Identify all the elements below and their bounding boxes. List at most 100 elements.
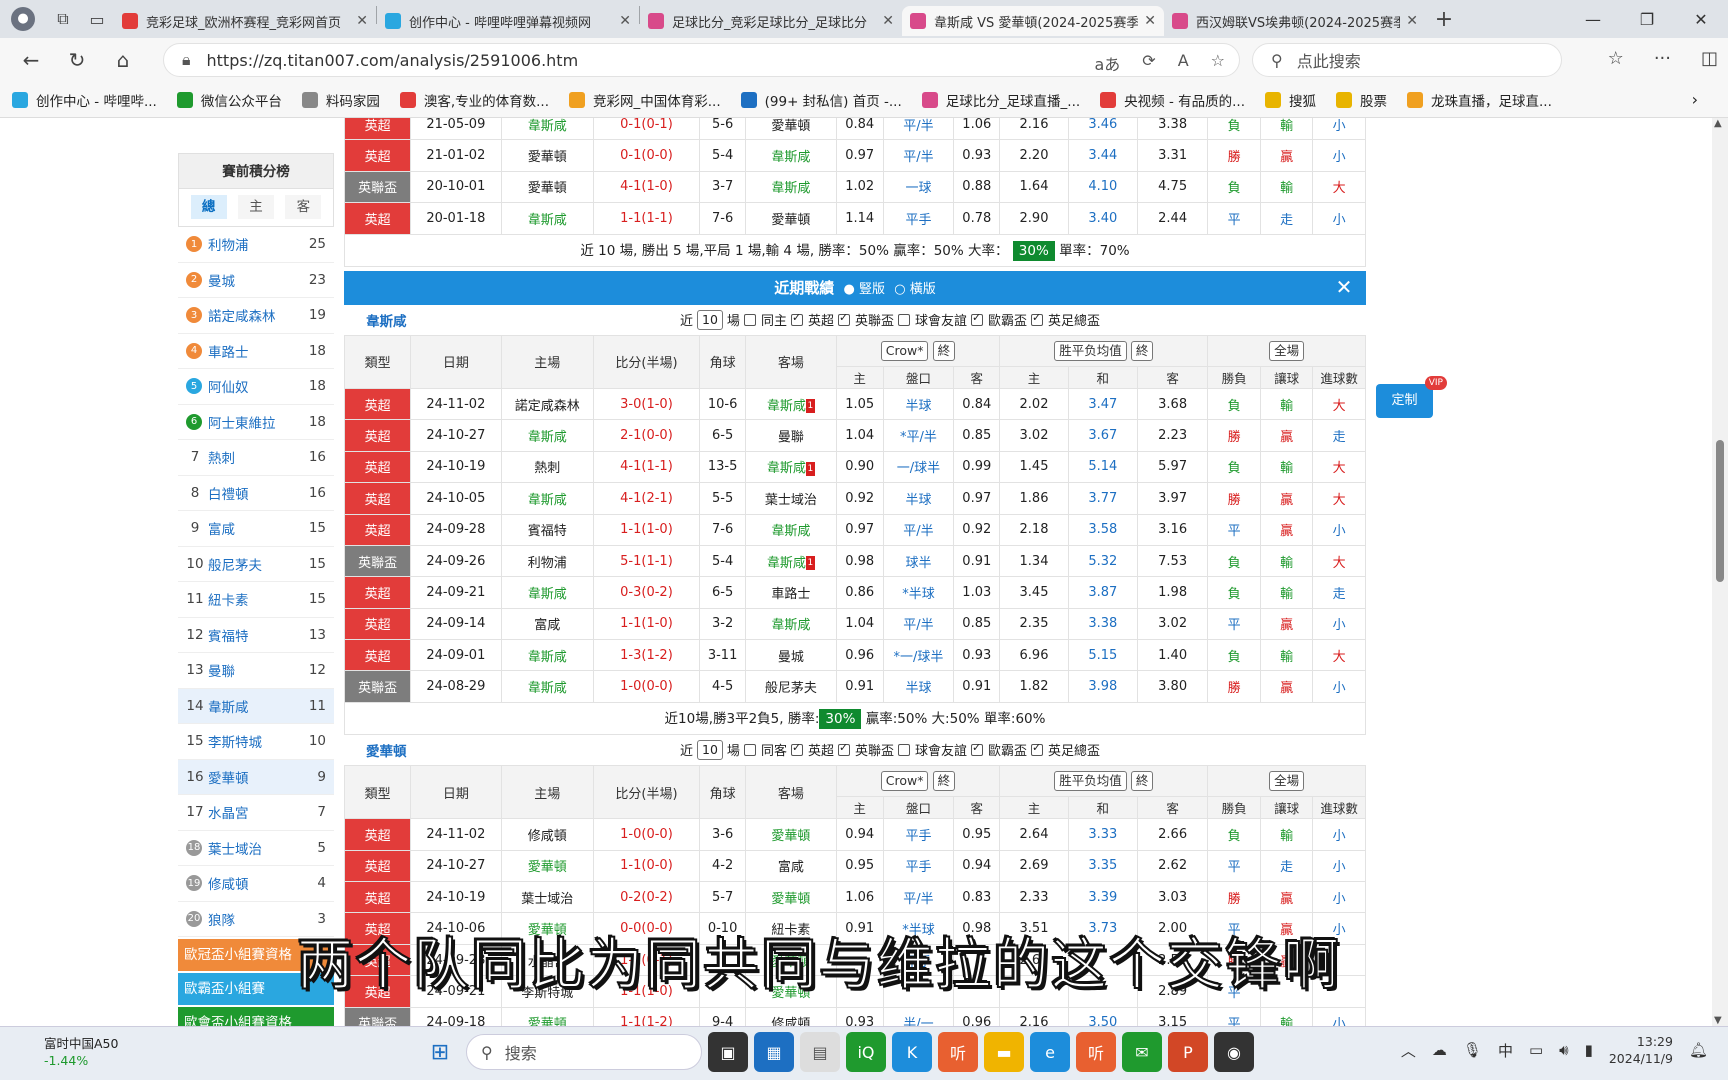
tab-actions-icon[interactable]: ▭ (80, 0, 114, 38)
away-team[interactable]: 韋斯咸 (745, 139, 837, 172)
sidebar-toggle-icon[interactable]: ◫ (1701, 48, 1718, 69)
away-team[interactable]: 般尼茅夫 (745, 670, 837, 703)
home-team[interactable]: 熱刺 (500, 450, 594, 484)
taskbar-search[interactable]: ⚲ 搜索 (466, 1034, 702, 1070)
scroll-down-icon[interactable]: ▼ (1714, 1015, 1722, 1026)
match-count-select[interactable]: 10 (697, 739, 723, 760)
task-view-icon[interactable]: ▣ (708, 1032, 748, 1072)
file-explorer-icon[interactable]: ▬ (984, 1032, 1024, 1072)
radio-horizontal[interactable]: ○ 橫版 (894, 282, 936, 297)
match-count-select[interactable]: 10 (697, 309, 723, 330)
bookmark-item[interactable]: 龙珠直播，足球直... (1406, 90, 1552, 110)
bookmark-item[interactable]: 足球比分_足球直播_... (921, 90, 1080, 110)
away-team[interactable]: 葉士域治 (745, 482, 837, 515)
final-select[interactable]: 終 (1130, 771, 1154, 792)
new-tab-button[interactable]: + (1426, 0, 1462, 38)
away-team[interactable]: 修咸頓 (745, 1006, 837, 1026)
home-team[interactable]: 修咸頓 (500, 818, 594, 851)
volume-icon[interactable]: 🔊︎ (1559, 1041, 1568, 1059)
league-checkbox[interactable] (790, 741, 803, 756)
home-team[interactable]: 愛華頓 (500, 1006, 594, 1026)
home-team[interactable]: 韋斯咸 (500, 576, 594, 609)
customize-button[interactable]: 定制 VIP (1376, 376, 1447, 418)
radio-vertical[interactable]: ● 豎版 (844, 282, 886, 297)
microphone-icon[interactable]: 🎙︎ (1463, 1041, 1482, 1059)
average-select[interactable]: 胜平负均值 (1054, 340, 1127, 361)
profile-icon[interactable]: ● (0, 0, 46, 38)
standing-row[interactable]: 8 白禮頓 16 (178, 476, 334, 511)
refresh-icon[interactable]: ↻ (54, 38, 100, 82)
final-select[interactable]: 終 (932, 340, 956, 361)
away-team[interactable]: 曼聯 (745, 419, 837, 452)
browser-tab[interactable]: 韋斯咸 VS 愛華頓(2024-2025赛季 ✕ (902, 6, 1164, 36)
tab-close-icon[interactable]: ✕ (619, 13, 631, 29)
notepad-icon[interactable]: ▤ (800, 1032, 840, 1072)
edge-icon[interactable]: e (1030, 1032, 1070, 1072)
back-icon[interactable]: ← (8, 38, 54, 82)
league-checkbox[interactable] (837, 311, 850, 326)
standing-row[interactable]: 1 利物浦 25 (178, 227, 334, 263)
team-name[interactable]: 狼隊 (208, 909, 304, 929)
team-name[interactable]: 白禮頓 (208, 483, 304, 503)
wechat-icon[interactable]: ✉ (1122, 1032, 1162, 1072)
bookmark-item[interactable]: 澳客,专业的体育数... (399, 90, 549, 110)
standing-row[interactable]: 15 李斯特城 10 (178, 724, 334, 760)
browser-tab[interactable]: 足球比分_竞彩足球比分_足球比分 ✕ (640, 6, 902, 36)
away-team[interactable]: 韋斯咸 1 (745, 544, 837, 578)
favorites-icon[interactable]: ☆ (1608, 48, 1624, 69)
workspaces-icon[interactable]: ⧉ (46, 0, 80, 38)
tab-home[interactable]: 主 (237, 195, 274, 219)
period-select[interactable]: 全場 (1269, 340, 1305, 361)
away-team[interactable]: 韋斯咸 (745, 513, 837, 546)
team-name[interactable]: 曼聯 (208, 660, 304, 680)
team-name[interactable]: 熱刺 (208, 447, 304, 467)
store-icon[interactable]: ▦ (754, 1032, 794, 1072)
home-team[interactable]: 諾定咸森林 (500, 387, 594, 421)
home-team[interactable]: 韋斯咸 (500, 419, 594, 452)
tab-total[interactable]: 總 (190, 195, 227, 219)
league-checkbox[interactable] (897, 313, 910, 326)
standing-row[interactable]: 6 阿士東維拉 18 (178, 405, 334, 440)
stock-widget[interactable]: 富时中国A50 -1.44% (20, 1035, 118, 1069)
standing-row[interactable]: 4 車路士 18 (178, 334, 334, 369)
league-checkbox[interactable] (971, 311, 983, 326)
team-name[interactable]: 修咸頓 (208, 873, 304, 893)
same-venue-checkbox[interactable] (743, 743, 756, 756)
away-team[interactable]: 曼城 (745, 639, 837, 672)
clock[interactable]: 13:29 2024/11/9 (1609, 1033, 1673, 1067)
league-checkbox[interactable] (1031, 741, 1044, 756)
home-icon[interactable]: ⌂ (100, 38, 146, 82)
search-box[interactable]: ⚲ 点此搜索 (1252, 43, 1562, 77)
period-select[interactable]: 全場 (1269, 771, 1305, 792)
cloud-icon[interactable]: ☁ (1432, 1041, 1447, 1059)
scrollbar-thumb[interactable] (1716, 440, 1724, 582)
start-icon[interactable]: ⊞ (420, 1032, 460, 1072)
home-team[interactable]: 富咸 (500, 607, 594, 641)
league-checkbox[interactable] (790, 311, 803, 326)
browser-tab[interactable]: 竞彩足球_欧洲杯赛程_竞彩网首页 ✕ (114, 6, 376, 36)
team-name[interactable]: 諾定咸森林 (208, 305, 304, 325)
home-team[interactable]: 韋斯咸 (500, 670, 594, 703)
team-name[interactable]: 般尼茅夫 (208, 554, 304, 574)
scroll-up-icon[interactable]: ▲ (1714, 118, 1722, 129)
translate-icon[interactable]: ⟳ (1142, 51, 1155, 75)
more-menu-icon[interactable]: ··· (1654, 48, 1671, 69)
away-team[interactable]: 愛華頓 (745, 818, 837, 851)
bookmark-item[interactable]: 股票 (1335, 90, 1387, 110)
away-team[interactable]: 韋斯咸 1 (745, 450, 837, 484)
standing-row[interactable]: 14 韋斯咸 11 (178, 688, 334, 724)
music-app2-icon[interactable]: 听 (1076, 1032, 1116, 1072)
tab-close-icon[interactable]: ✕ (1406, 13, 1418, 29)
away-team[interactable]: 愛華頓 (745, 881, 837, 914)
away-team[interactable]: 韋斯咸 (745, 170, 837, 204)
text-size-icon[interactable]: A (1178, 51, 1189, 75)
league-checkbox[interactable] (837, 741, 850, 756)
bookmark-item[interactable]: 创作中心 - 哔哩哔... (12, 90, 157, 110)
home-team[interactable]: 賓福特 (500, 513, 594, 546)
company-select[interactable]: Crow* (880, 340, 929, 361)
away-team[interactable]: 韋斯咸 1 (745, 387, 837, 421)
standing-row[interactable]: 5 阿仙奴 18 (178, 369, 334, 405)
standing-row[interactable]: 13 曼聯 12 (178, 653, 334, 689)
favorite-star-icon[interactable]: ☆ (1211, 51, 1225, 75)
home-team[interactable]: 愛華頓 (500, 170, 594, 204)
